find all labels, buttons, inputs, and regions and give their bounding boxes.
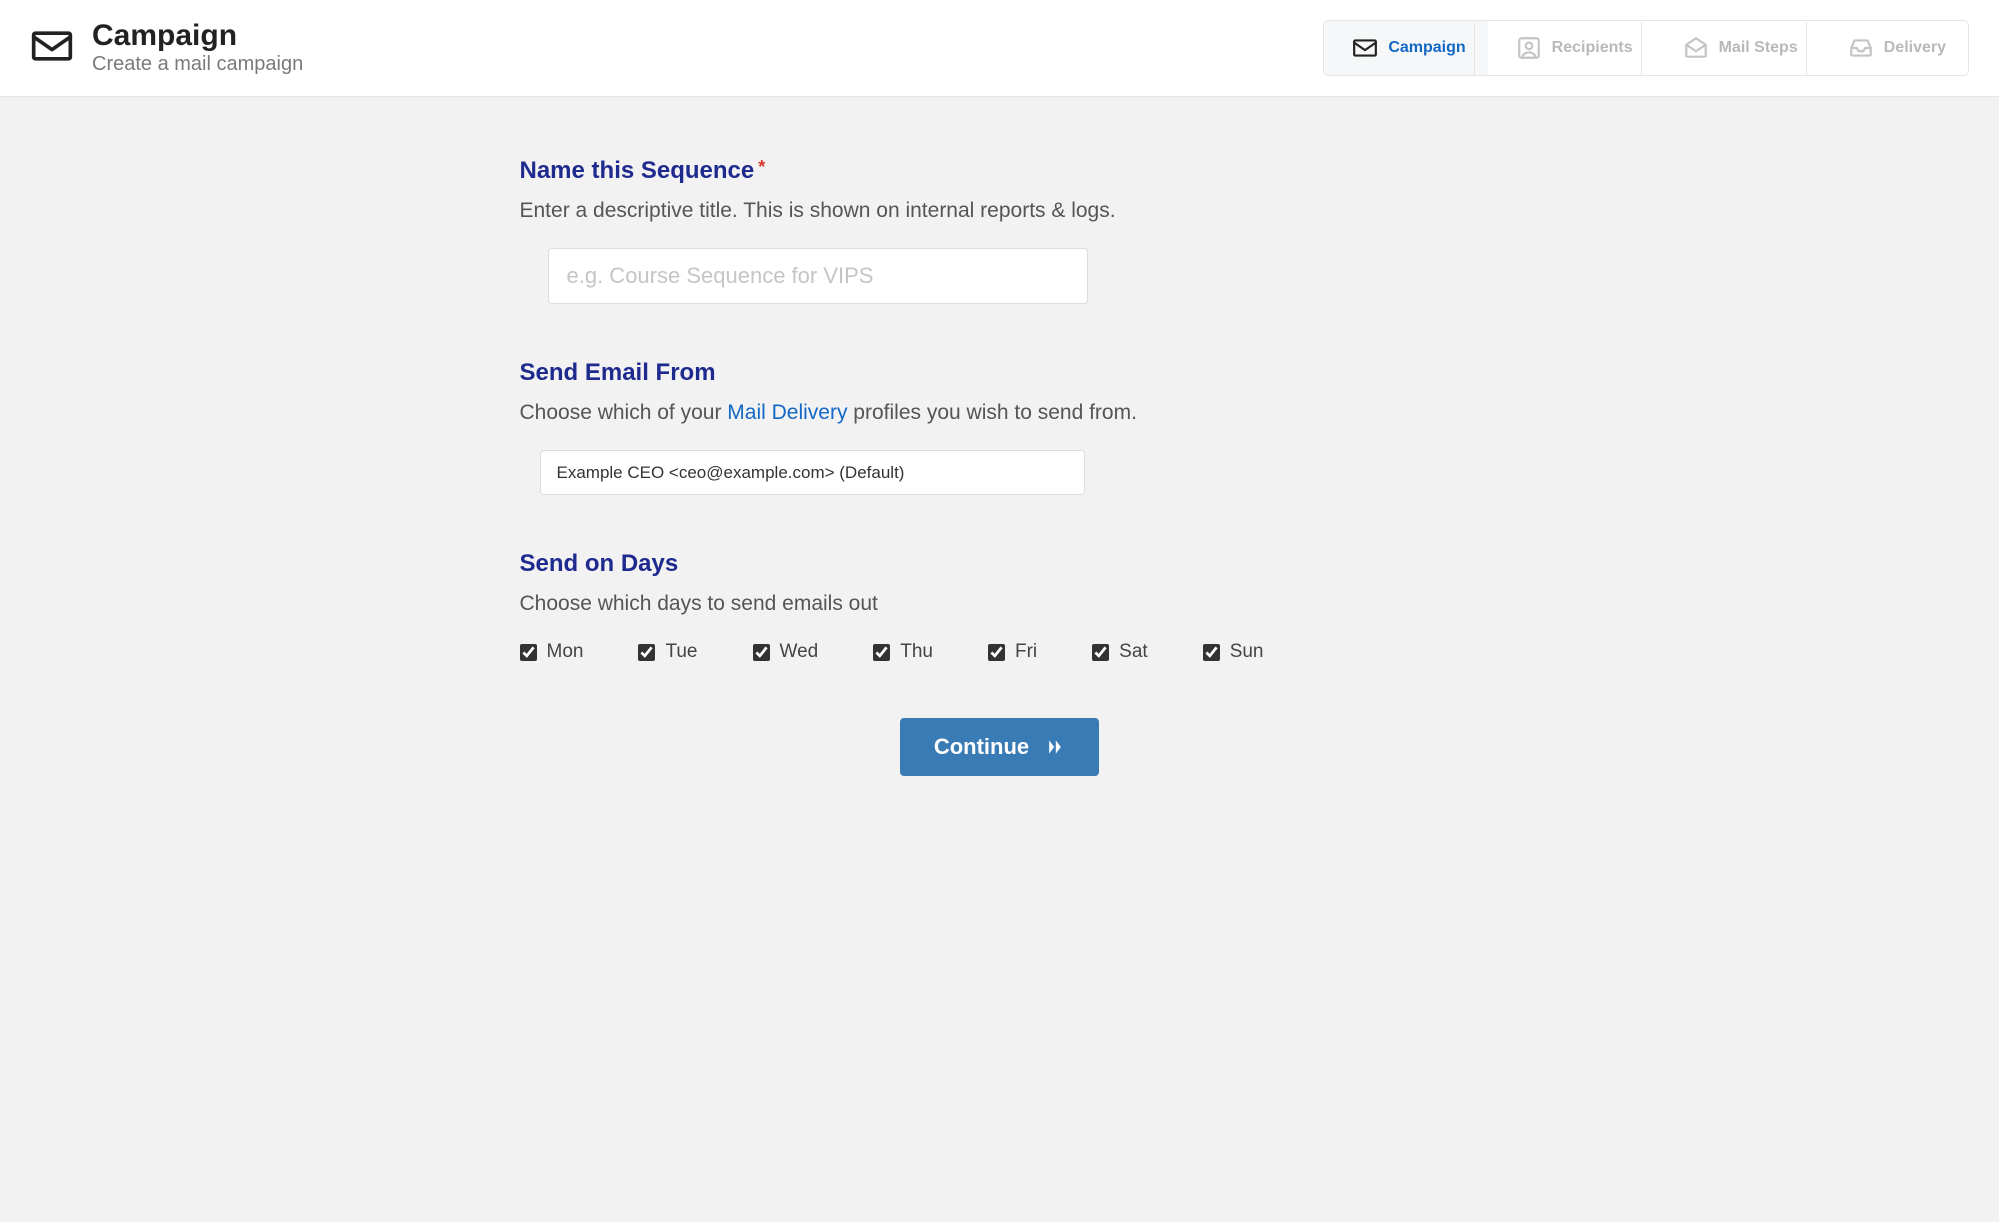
days-row: Mon Tue Wed Thu Fri Sat: [520, 641, 1480, 663]
section-desc: Enter a descriptive title. This is shown…: [520, 199, 1480, 223]
day-label: Mon: [547, 641, 584, 663]
header-left: Campaign Create a mail campaign: [30, 20, 303, 77]
desc-text-post: profiles you wish to send from.: [847, 401, 1136, 424]
day-checkbox-tue[interactable]: Tue: [638, 641, 697, 663]
desc-text-pre: Choose which of your: [520, 401, 728, 424]
section-desc: Choose which of your Mail Delivery profi…: [520, 401, 1480, 425]
step-label: Campaign: [1388, 39, 1465, 57]
mail-delivery-link[interactable]: Mail Delivery: [727, 401, 847, 424]
envelope-icon: [30, 24, 74, 73]
checkbox-input[interactable]: [638, 644, 655, 661]
header-text: Campaign Create a mail campaign: [92, 20, 303, 77]
chevron-double-right-icon: [1045, 737, 1065, 757]
sequence-name-input[interactable]: [548, 248, 1088, 304]
step-mail-steps[interactable]: Mail Steps: [1655, 21, 1820, 75]
checkbox-input[interactable]: [1203, 644, 1220, 661]
checkbox-input[interactable]: [873, 644, 890, 661]
continue-label: Continue: [934, 734, 1029, 760]
day-checkbox-wed[interactable]: Wed: [753, 641, 819, 663]
continue-button[interactable]: Continue: [900, 718, 1099, 776]
section-send-days: Send on Days Choose which days to send e…: [520, 550, 1480, 663]
section-title: Send on Days: [520, 550, 679, 578]
day-checkbox-sun[interactable]: Sun: [1203, 641, 1264, 663]
page-header: Campaign Create a mail campaign Campaign…: [0, 0, 1999, 97]
step-label: Delivery: [1884, 39, 1946, 57]
day-label: Sat: [1119, 641, 1148, 663]
envelope-open-icon: [1683, 35, 1709, 61]
user-square-icon: [1516, 35, 1542, 61]
day-label: Sun: [1230, 641, 1264, 663]
checkbox-input[interactable]: [988, 644, 1005, 661]
wizard-steps: Campaign Recipients Mail Steps Delivery: [1323, 20, 1969, 76]
day-checkbox-sat[interactable]: Sat: [1092, 641, 1148, 663]
step-delivery[interactable]: Delivery: [1820, 21, 1968, 75]
checkbox-input[interactable]: [1092, 644, 1109, 661]
day-label: Fri: [1015, 641, 1037, 663]
day-checkbox-mon[interactable]: Mon: [520, 641, 584, 663]
page-title: Campaign: [92, 20, 303, 52]
required-mark: *: [758, 157, 765, 177]
day-label: Wed: [780, 641, 819, 663]
day-label: Tue: [665, 641, 697, 663]
day-checkbox-thu[interactable]: Thu: [873, 641, 933, 663]
day-checkbox-fri[interactable]: Fri: [988, 641, 1037, 663]
step-recipients[interactable]: Recipients: [1488, 21, 1655, 75]
section-send-from: Send Email From Choose which of your Mai…: [520, 359, 1480, 495]
day-label: Thu: [900, 641, 933, 663]
section-title: Name this Sequence: [520, 157, 755, 185]
checkbox-input[interactable]: [520, 644, 537, 661]
inbox-icon: [1848, 35, 1874, 61]
section-name-sequence: Name this Sequence* Enter a descriptive …: [520, 157, 1480, 304]
section-title: Send Email From: [520, 359, 716, 387]
checkbox-input[interactable]: [753, 644, 770, 661]
page-subtitle: Create a mail campaign: [92, 53, 303, 76]
step-label: Mail Steps: [1719, 39, 1798, 57]
envelope-icon: [1352, 35, 1378, 61]
main-content: Name this Sequence* Enter a descriptive …: [500, 97, 1500, 836]
send-from-select[interactable]: Example CEO <ceo@example.com> (Default): [540, 450, 1085, 495]
step-campaign[interactable]: Campaign: [1324, 21, 1487, 75]
section-desc: Choose which days to send emails out: [520, 592, 1480, 616]
step-label: Recipients: [1552, 39, 1633, 57]
